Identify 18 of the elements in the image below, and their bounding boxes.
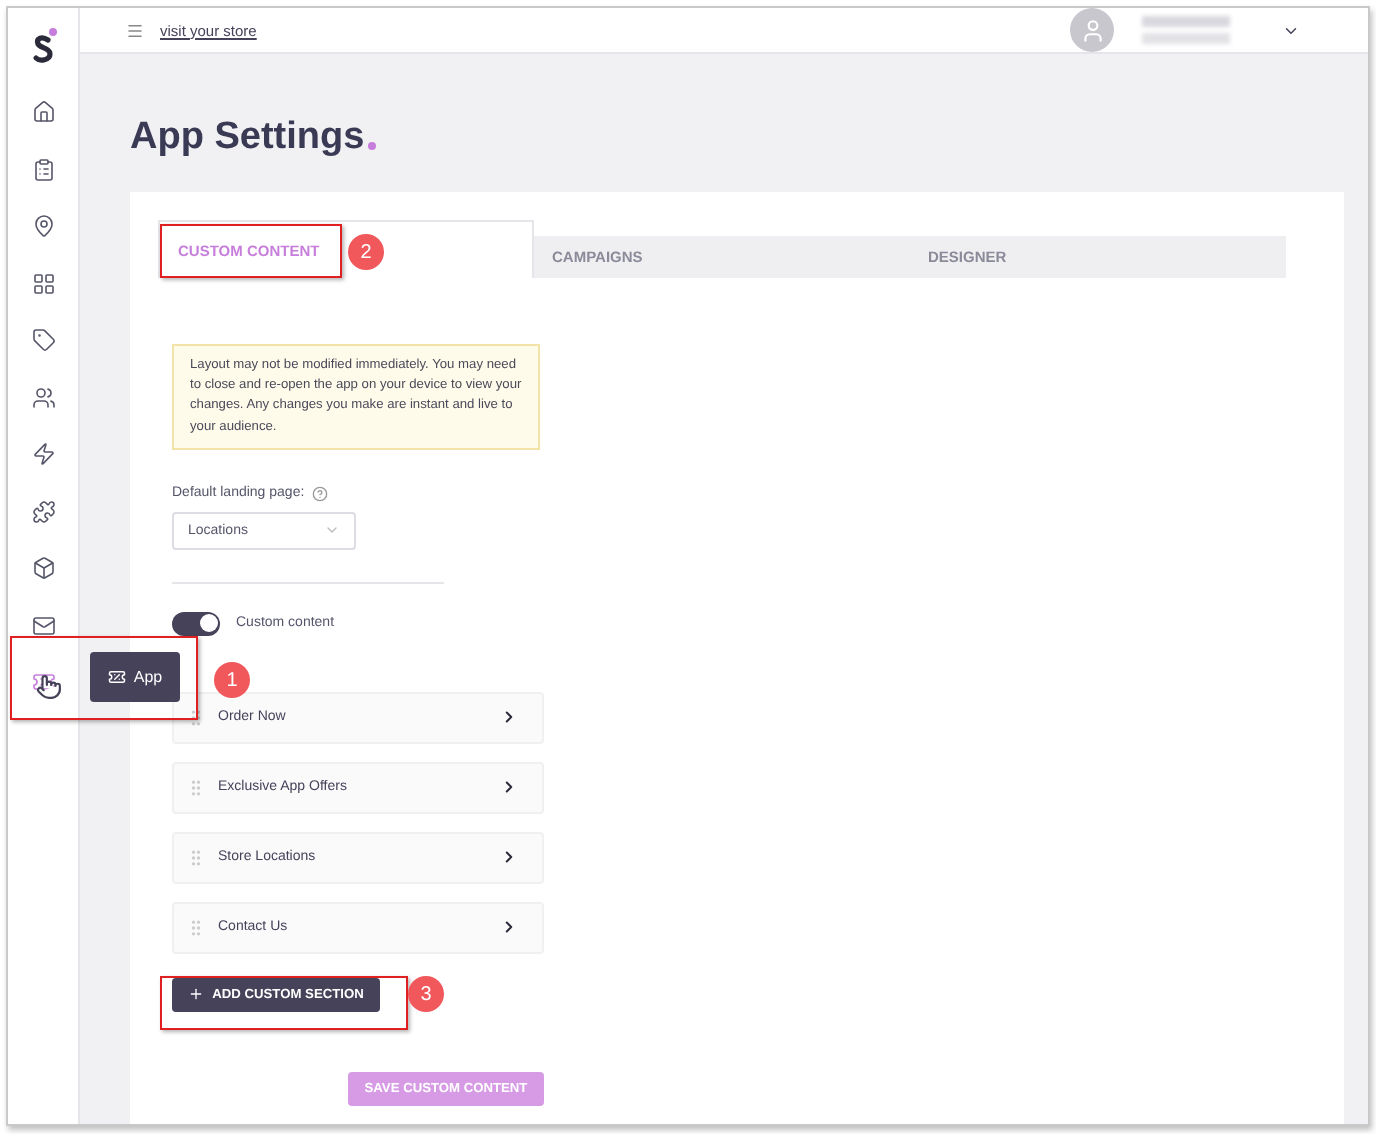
tooltip-text: App	[133, 668, 163, 686]
drag-handle-icon[interactable]	[186, 847, 206, 868]
ticket-icon	[107, 668, 126, 686]
plus-icon	[188, 986, 205, 1003]
chevron-right-icon	[500, 918, 518, 937]
accent-dot-icon	[368, 142, 377, 150]
chevron-right-icon	[500, 848, 518, 867]
page-title: App Settings	[130, 116, 365, 160]
chevron-right-icon	[500, 778, 518, 797]
logo-icon	[29, 24, 57, 68]
help-icon[interactable]	[312, 485, 329, 502]
hand-cursor-icon	[36, 674, 62, 700]
menu-icon[interactable]	[126, 21, 144, 39]
chevron-right-icon	[500, 708, 518, 727]
toggle-switch[interactable]	[172, 611, 220, 636]
drag-handle-icon[interactable]	[186, 917, 206, 938]
blurred-user-name	[1142, 16, 1230, 44]
drag-handle-icon[interactable]	[186, 777, 206, 798]
